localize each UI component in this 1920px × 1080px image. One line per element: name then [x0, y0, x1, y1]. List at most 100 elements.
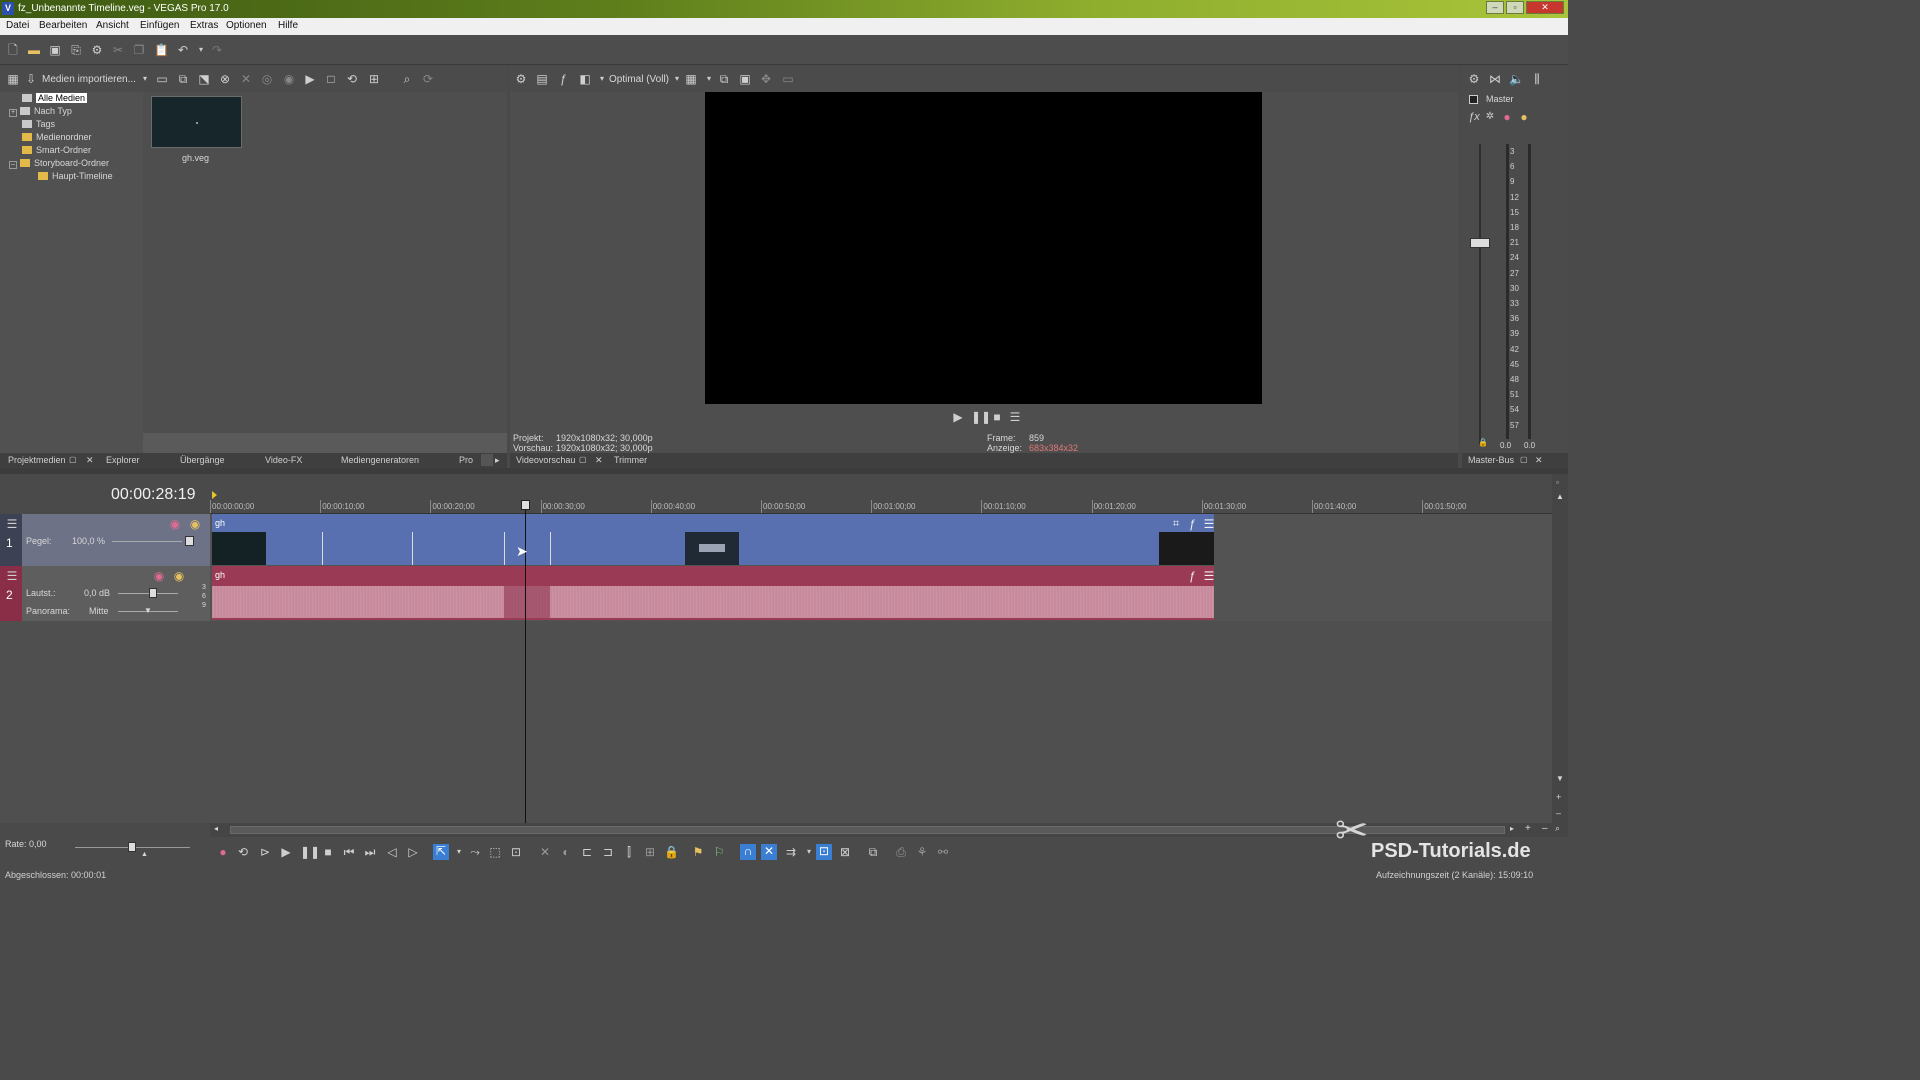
tab-overflow-left[interactable] — [481, 454, 493, 466]
preview-play-icon[interactable]: ▶ — [951, 410, 965, 424]
master-mute-icon[interactable]: ● — [1500, 110, 1514, 124]
apply-fx-icon[interactable]: ⚘ — [915, 845, 929, 859]
preview-stop-icon[interactable]: ■ — [990, 410, 1004, 424]
external-monitor-icon[interactable]: ✥ — [759, 72, 773, 86]
video-mute-icon[interactable]: ◉ — [168, 517, 182, 531]
insert-marker-icon[interactable]: ⚑ — [691, 845, 705, 859]
play-from-start-icon[interactable]: ⊳ — [258, 845, 272, 859]
menu-optionen[interactable]: Optionen — [226, 20, 267, 31]
menu-datei[interactable]: Datei — [6, 20, 29, 31]
lock-envelopes-icon[interactable]: ⊡ — [816, 844, 832, 860]
master-fx-chain-icon[interactable]: ✲ — [1483, 110, 1497, 124]
redo-icon[interactable]: ↷ — [210, 43, 224, 57]
audio-clip-menu-icon[interactable]: ☰ — [1202, 569, 1216, 583]
scroll-down-icon[interactable]: ▼ — [1556, 774, 1564, 783]
audio-track-menu-icon[interactable]: ☰ — [5, 569, 19, 583]
tab-videovorschau[interactable]: Videovorschau — [516, 455, 575, 465]
auto-crossfade-icon[interactable]: ✕ — [761, 844, 777, 860]
scroll-left-icon[interactable]: ◂ — [214, 824, 218, 833]
tab-dock-icon[interactable]: ▢ — [69, 455, 77, 464]
settings-icon[interactable]: ⚙ — [90, 43, 104, 57]
delete-icon[interactable]: ✕ — [239, 72, 253, 86]
media-scroll-area[interactable] — [143, 433, 507, 453]
menu-ansicht[interactable]: Ansicht — [96, 20, 129, 31]
tab-video-fx[interactable]: Video-FX — [265, 455, 302, 465]
loop-icon[interactable]: ⟲ — [236, 845, 250, 859]
master-lock-icon[interactable]: 🔒 — [1478, 438, 1488, 447]
maximize-button[interactable]: ▫ — [1506, 1, 1524, 14]
volume-slider-handle[interactable] — [149, 588, 157, 598]
tab-trimmer[interactable]: Trimmer — [614, 455, 647, 465]
import-dropdown-icon[interactable]: ▾ — [138, 72, 152, 86]
pan-slider-handle[interactable]: ▼ — [144, 606, 152, 615]
master-downmix-icon[interactable]: ⋈ — [1488, 72, 1502, 86]
tab-uebergaenge[interactable]: Übergänge — [180, 455, 225, 465]
views-icon[interactable]: ⊞ — [367, 72, 381, 86]
master-settings-icon[interactable]: ⚙ — [1467, 72, 1481, 86]
stop-icon[interactable]: ■ — [321, 845, 335, 859]
trim-tool-icon[interactable]: ◐ — [559, 845, 573, 859]
audio-track-lane[interactable]: gh ƒ ☰ 3 6 9 — [202, 566, 1552, 621]
split-screen-icon[interactable]: ◧ — [578, 72, 592, 86]
view-icon[interactable]: ▦ — [6, 72, 20, 86]
group-icon[interactable]: ⊞ — [643, 845, 657, 859]
remove-unused-icon[interactable]: ⊗ — [218, 72, 232, 86]
menu-extras[interactable]: Extras — [190, 20, 218, 31]
master-tab-dock-icon[interactable]: ▢ — [1520, 455, 1528, 464]
audio-clip-fx-icon[interactable]: ƒ — [1185, 569, 1199, 583]
search-icon[interactable]: ⌕ — [400, 72, 414, 86]
make-movie-icon[interactable]: ⎙ — [894, 845, 908, 859]
record-icon[interactable]: ● — [216, 845, 230, 859]
audio-mute-icon[interactable]: ◉ — [152, 569, 166, 583]
tab-overflow-arrow-icon[interactable]: ▸ — [495, 455, 500, 466]
timeline-vertical-scrollbar[interactable]: ▫ ▲ ▼ + – — [1552, 474, 1568, 823]
tab-mediengeneratoren[interactable]: Mediengeneratoren — [341, 455, 419, 465]
ripple-edit-icon[interactable]: ⇉ — [784, 845, 798, 859]
split-dropdown-icon[interactable]: ▾ — [595, 72, 609, 86]
capture-icon[interactable]: ▭ — [155, 72, 169, 86]
import-icon[interactable]: ⇩ — [24, 72, 38, 86]
preview-tab-close-icon[interactable]: ✕ — [595, 455, 603, 466]
video-clip-fx-icon[interactable]: ƒ — [1185, 517, 1199, 531]
timeline-empty-area[interactable] — [0, 621, 1552, 823]
undo-dropdown-icon[interactable]: ▾ — [194, 43, 208, 57]
master-checkbox[interactable] — [1469, 95, 1478, 104]
tree-item-alle-medien[interactable]: Alle Medien — [22, 93, 88, 103]
go-to-start-icon[interactable]: ⏮ — [342, 845, 356, 859]
master-fader-handle[interactable] — [1470, 238, 1490, 248]
autopreview-icon[interactable]: ⟲ — [345, 72, 359, 86]
tab-close-icon[interactable]: ✕ — [86, 455, 94, 466]
video-track-menu-icon[interactable]: ☰ — [5, 517, 19, 531]
horizontal-scroll-thumb[interactable] — [230, 826, 1505, 834]
fx-icon[interactable]: ◉ — [282, 72, 296, 86]
new-file-icon[interactable]: 🗋 — [6, 43, 20, 57]
normal-edit-tool-icon[interactable]: ⇱ — [433, 844, 449, 860]
minimize-button[interactable]: – — [1486, 1, 1504, 14]
menu-hilfe[interactable]: Hilfe — [278, 20, 298, 31]
save-snapshot-icon[interactable]: ▣ — [738, 72, 752, 86]
previous-frame-icon[interactable]: ◁ — [385, 845, 399, 859]
media-thumbnail[interactable] — [151, 96, 242, 148]
tree-item-medienordner[interactable]: Medienordner — [22, 132, 92, 142]
preview-quality-select[interactable]: Optimal (Voll) — [609, 74, 669, 85]
snapping-icon[interactable]: ∩ — [740, 844, 756, 860]
selection-tool-icon[interactable]: ⬚ — [488, 845, 502, 859]
pause-icon[interactable]: ❚❚ — [300, 845, 320, 859]
preview-device-icon[interactable]: ▤ — [535, 72, 549, 86]
stop-media-icon[interactable]: □ — [324, 72, 338, 86]
auto-ripple-icon[interactable]: ⚯ — [936, 845, 950, 859]
preview-pause-icon[interactable]: ❚❚ — [971, 410, 991, 424]
tree-item-haupt-timeline[interactable]: Haupt-Timeline — [38, 171, 113, 181]
show-envelopes-icon[interactable]: ⧉ — [866, 845, 880, 859]
menu-bearbeiten[interactable]: Bearbeiten — [39, 20, 87, 31]
video-clip[interactable]: gh ⌗ ƒ ☰ — [212, 514, 1214, 565]
scroll-up-top-icon[interactable]: ▫ — [1556, 478, 1559, 487]
edit-tool-dropdown-icon[interactable]: ▾ — [452, 845, 466, 859]
audio-clip[interactable]: gh ƒ ☰ 3 6 9 — [202, 566, 1216, 620]
undo-icon[interactable]: ↶ — [176, 43, 190, 57]
master-solo-icon[interactable]: ● — [1517, 110, 1531, 124]
get-media-icon[interactable]: ⧉ — [176, 72, 190, 86]
vertical-zoom-out-icon[interactable]: – — [1556, 808, 1561, 818]
copy-snapshot-icon[interactable]: ⧉ — [717, 72, 731, 86]
next-frame-icon[interactable]: ▷ — [406, 845, 420, 859]
